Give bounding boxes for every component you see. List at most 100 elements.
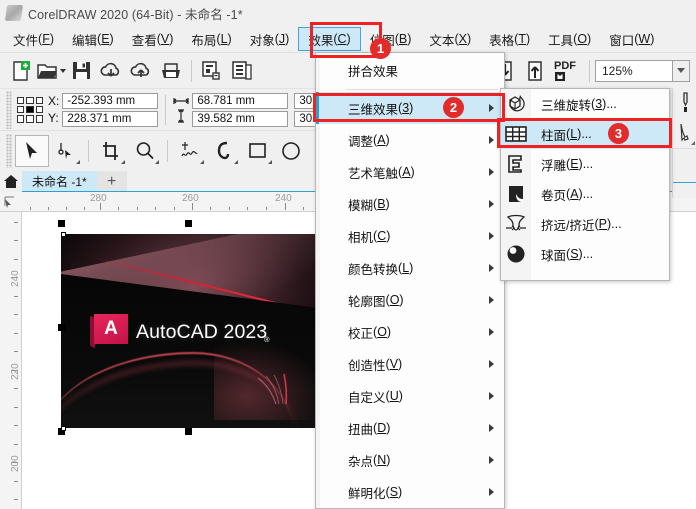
object-anchor-selector[interactable] xyxy=(17,96,43,123)
menu-item-flatten-effects[interactable]: 拼合效果 xyxy=(316,53,504,87)
menu-item-art-strokes[interactable]: 艺术笔触(A) xyxy=(316,156,504,188)
menu-edit-label: 编辑 xyxy=(72,33,98,48)
selection-handle-tl[interactable] xyxy=(58,220,65,227)
home-icon[interactable] xyxy=(0,170,22,192)
ruler-origin-icon[interactable] xyxy=(3,195,17,211)
pick-tool[interactable] xyxy=(15,134,49,167)
menu-window[interactable]: 窗口(W) xyxy=(600,27,663,51)
shape-tool[interactable] xyxy=(49,135,83,167)
submenu-item-label: 浮雕 xyxy=(541,158,567,173)
freehand-pen-icon[interactable] xyxy=(173,135,207,167)
chevron-right-icon xyxy=(489,360,494,368)
chevron-right-icon xyxy=(489,104,494,112)
object-width-input[interactable]: 68.781 mm xyxy=(192,92,289,109)
submenu-item-key: E xyxy=(570,157,579,171)
cloud-download-icon[interactable] xyxy=(96,56,126,86)
selection-handle-tc[interactable] xyxy=(185,220,192,227)
menu-effects[interactable]: 效果(C) xyxy=(298,27,361,51)
menu-tools[interactable]: 工具(O) xyxy=(539,27,600,51)
vruler-label-220: 220 xyxy=(10,363,21,380)
shape-edit-cursor-icon[interactable] xyxy=(673,118,696,148)
document-tab[interactable]: 未命名 -1* xyxy=(22,171,97,192)
menu-view[interactable]: 查看(V) xyxy=(123,27,183,51)
menu-item-label: 三维效果 xyxy=(348,102,399,117)
menu-item-label: 颜色转换 xyxy=(348,262,399,277)
ellipse-tool[interactable] xyxy=(275,135,309,167)
cloud-upload-icon[interactable] xyxy=(126,56,156,86)
coreldraw-balloon-icon xyxy=(4,5,24,21)
submenu-item-label: 柱面 xyxy=(541,128,567,143)
menu-item-key: V xyxy=(389,357,399,371)
menu-file[interactable]: 文件(F) xyxy=(4,27,63,51)
menu-item-label: 轮廓图 xyxy=(348,294,386,309)
selection-handle-bc[interactable] xyxy=(185,428,192,435)
menu-item-key: O xyxy=(389,293,400,307)
menu-item-creative[interactable]: 创造性(V) xyxy=(316,348,504,380)
pinch-punch-icon xyxy=(505,213,527,235)
submenu-item-label: 卷页 xyxy=(541,188,567,203)
menu-item-sharpen[interactable]: 鲜明化(S) xyxy=(316,476,504,508)
submenu-item-pinch-punch[interactable]: 挤远/挤近(P)... xyxy=(501,209,669,239)
document-list-icon[interactable] xyxy=(227,56,257,86)
printer-icon[interactable] xyxy=(156,56,186,86)
menu-item-noise[interactable]: 杂点(N) xyxy=(316,444,504,476)
menu-item-custom[interactable]: 自定义(U) xyxy=(316,380,504,412)
menu-item-distort[interactable]: 扭曲(D) xyxy=(316,412,504,444)
floppy-save-icon[interactable] xyxy=(66,56,96,86)
menu-text-key: X xyxy=(458,32,467,46)
pdf-icon[interactable]: PDF xyxy=(550,56,584,86)
vertical-ruler[interactable]: 240 220 200 xyxy=(0,212,22,509)
menu-tools-label: 工具 xyxy=(548,33,574,48)
three-d-effects-submenu[interactable]: 三维旋转(3)... 柱面(L)... 浮雕(E)... 卷页(A)... 挤远 xyxy=(500,88,670,281)
menu-item-camera[interactable]: 相机(C) xyxy=(316,220,504,252)
zoom-level-combo[interactable]: 125% xyxy=(595,59,690,82)
page-layout-icon[interactable] xyxy=(197,56,227,86)
menu-item-contour[interactable]: 轮廓图(O) xyxy=(316,284,504,316)
zoom-level-value[interactable]: 125% xyxy=(595,59,673,82)
rectangle-tool[interactable] xyxy=(241,135,275,167)
menu-edit[interactable]: 编辑(E) xyxy=(63,27,123,51)
object-height-input[interactable]: 39.582 mm xyxy=(192,110,289,127)
autocad-2023-bitmap[interactable]: A AutoCAD 2023® xyxy=(61,234,318,428)
open-folder-icon[interactable] xyxy=(36,56,66,86)
submenu-item-key: P xyxy=(598,217,607,231)
menu-view-key: V xyxy=(160,32,170,46)
property-bar-grip[interactable] xyxy=(6,90,12,129)
submenu-item-suffix: ... xyxy=(582,157,594,171)
submenu-item-suffix: ... xyxy=(582,187,594,201)
menu-item-color-transform[interactable]: 颜色转换(L) xyxy=(316,252,504,284)
curve-s-icon[interactable] xyxy=(207,135,241,167)
x-position-input[interactable]: -252.393 mm xyxy=(62,92,159,109)
menu-layout[interactable]: 布局(L) xyxy=(182,27,240,51)
submenu-item-3d-rotate[interactable]: 三维旋转(3)... xyxy=(501,89,669,119)
menu-item-key: 3 xyxy=(402,101,410,115)
export-up-icon[interactable] xyxy=(520,56,550,86)
zoom-tool[interactable] xyxy=(128,135,162,167)
menu-item-correction[interactable]: 校正(O) xyxy=(316,316,504,348)
submenu-item-emboss[interactable]: 浮雕(E)... xyxy=(501,149,669,179)
y-position-input[interactable]: 228.371 mm xyxy=(62,110,159,127)
zoom-dropdown-icon[interactable] xyxy=(673,59,690,82)
menu-text[interactable]: 文本(X) xyxy=(420,27,480,51)
menu-object-key: J xyxy=(278,32,286,46)
submenu-item-page-curl[interactable]: 卷页(A)... xyxy=(501,179,669,209)
toolbox-grip[interactable] xyxy=(6,133,12,168)
effects-dropdown-menu[interactable]: 拼合效果 三维效果(3) 调整(A) 艺术笔触(A) 模糊(B) 相机(C) 颜… xyxy=(315,52,505,509)
outline-pen-icon[interactable] xyxy=(673,88,696,118)
submenu-item-sphere[interactable]: 球面(S)... xyxy=(501,239,669,269)
selection-anchor-bottom[interactable] xyxy=(61,426,66,431)
new-document-tab-button[interactable]: + xyxy=(96,171,127,192)
new-doc-icon[interactable] xyxy=(6,56,36,86)
selection-handle-ml[interactable] xyxy=(58,324,65,331)
menu-table[interactable]: 表格(T) xyxy=(480,27,539,51)
menu-item-label: 相机 xyxy=(348,230,374,245)
menu-file-label: 文件 xyxy=(13,33,39,48)
menu-item-3d-effects[interactable]: 三维效果(3) xyxy=(316,92,504,124)
selection-anchor-top[interactable] xyxy=(61,232,66,237)
menu-item-adjust[interactable]: 调整(A) xyxy=(316,124,504,156)
submenu-item-cylinder[interactable]: 柱面(L)... xyxy=(501,119,669,149)
menu-item-blur[interactable]: 模糊(B) xyxy=(316,188,504,220)
crop-tool[interactable] xyxy=(94,135,128,167)
menu-object[interactable]: 对象(J) xyxy=(241,27,299,51)
chevron-right-icon xyxy=(489,296,494,304)
